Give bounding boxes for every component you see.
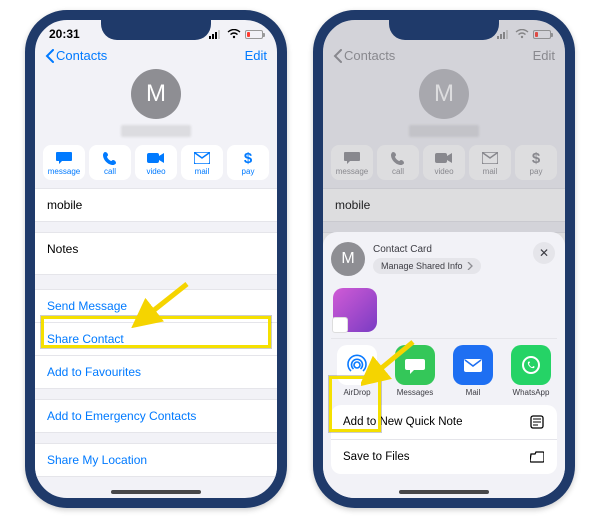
send-message-link[interactable]: Send Message xyxy=(35,290,277,322)
airdrop-button[interactable]: AirDrop xyxy=(331,345,383,397)
home-indicator[interactable] xyxy=(111,490,201,494)
pay-icon: $ xyxy=(239,151,257,165)
pay-button[interactable]: $ pay xyxy=(227,145,269,180)
contact-actions-row: message call video mail $ pay xyxy=(35,145,277,188)
wifi-icon xyxy=(227,29,241,39)
call-label: call xyxy=(104,167,116,176)
quicknote-icon xyxy=(529,414,545,430)
status-time: 20:31 xyxy=(49,27,80,41)
share-sheet: M Contact Card Manage Shared Info ✕ AirD… xyxy=(323,232,565,498)
add-emergency-link[interactable]: Add to Emergency Contacts xyxy=(35,400,277,432)
status-icons xyxy=(209,29,263,39)
message-label: message xyxy=(48,167,80,176)
add-quicknote-label: Add to New Quick Note xyxy=(343,416,463,428)
notes-section[interactable]: Notes xyxy=(35,232,277,275)
share-location-link[interactable]: Share My Location xyxy=(35,444,277,476)
battery-icon xyxy=(245,30,263,39)
message-icon xyxy=(55,151,73,165)
message-button[interactable]: message xyxy=(43,145,85,180)
mail-label: mail xyxy=(195,167,210,176)
video-label: video xyxy=(146,167,165,176)
sheet-actions: Add to New Quick Note Save to Files xyxy=(331,405,557,474)
back-label: Contacts xyxy=(56,48,107,63)
save-files-label: Save to Files xyxy=(343,451,409,463)
whatsapp-label: WhatsApp xyxy=(513,388,550,397)
call-button[interactable]: call xyxy=(89,145,131,180)
whatsapp-button[interactable]: WhatsApp xyxy=(505,345,557,397)
contact-options: Send Message Share Contact Add to Favour… xyxy=(35,289,277,389)
contact-avatar[interactable]: M xyxy=(131,69,181,119)
share-apps-row: AirDrop Messages Mail WhatsApp xyxy=(331,338,557,405)
back-button[interactable]: Contacts xyxy=(45,48,107,63)
phone-icon xyxy=(101,151,119,165)
close-icon: ✕ xyxy=(539,246,549,260)
video-icon xyxy=(147,151,165,165)
sheet-avatar: M xyxy=(331,242,365,276)
battery-icon xyxy=(533,30,551,39)
messages-app-button[interactable]: Messages xyxy=(389,345,441,397)
contact-thumbnail[interactable] xyxy=(333,288,377,332)
messages-label: Messages xyxy=(397,388,433,397)
airdrop-icon xyxy=(337,345,377,385)
pay-label: pay xyxy=(242,167,255,176)
messages-icon xyxy=(395,345,435,385)
mobile-label: mobile xyxy=(35,189,277,221)
chevron-right-icon xyxy=(467,262,473,270)
mobile-section[interactable]: mobile xyxy=(35,188,277,222)
nav-bar: Contacts Edit xyxy=(35,44,277,67)
notes-label: Notes xyxy=(35,233,277,274)
video-button[interactable]: video xyxy=(135,145,177,180)
edit-button[interactable]: Edit xyxy=(245,48,267,63)
add-favourites-link[interactable]: Add to Favourites xyxy=(35,355,277,388)
add-quicknote-button[interactable]: Add to New Quick Note xyxy=(331,405,557,439)
save-files-button[interactable]: Save to Files xyxy=(331,439,557,474)
close-button[interactable]: ✕ xyxy=(533,242,555,264)
mail-app-icon xyxy=(453,345,493,385)
cellular-icon xyxy=(209,29,223,39)
folder-icon xyxy=(529,449,545,465)
chevron-left-icon xyxy=(45,49,54,63)
mail-icon xyxy=(193,151,211,165)
contact-name xyxy=(409,125,479,137)
share-contact-link[interactable]: Share Contact xyxy=(35,322,277,355)
mail-app-label: Mail xyxy=(466,388,481,397)
share-sheet-header: M Contact Card Manage Shared Info ✕ xyxy=(331,242,557,284)
home-indicator[interactable] xyxy=(399,490,489,494)
whatsapp-icon xyxy=(511,345,551,385)
avatar-initial: M xyxy=(146,80,166,108)
contact-name xyxy=(121,125,191,137)
mail-button[interactable]: mail xyxy=(181,145,223,180)
mail-app-button[interactable]: Mail xyxy=(447,345,499,397)
sheet-title: Contact Card xyxy=(373,244,481,255)
airdrop-label: AirDrop xyxy=(343,388,370,397)
manage-shared-info-button[interactable]: Manage Shared Info xyxy=(373,258,481,274)
